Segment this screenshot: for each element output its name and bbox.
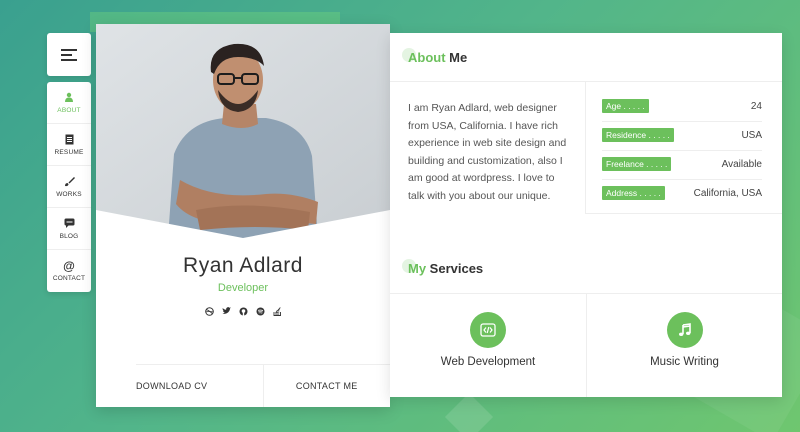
title-dot: [402, 259, 416, 273]
info-divider: [602, 121, 762, 122]
menu-toggle-button[interactable]: [47, 33, 91, 76]
profile-name: Ryan Adlard: [183, 254, 303, 277]
twitter-icon[interactable]: [222, 307, 231, 318]
service-title: Web Development: [440, 356, 536, 368]
contact-me-button[interactable]: CONTACT ME: [264, 365, 391, 407]
code-icon: [470, 312, 506, 348]
nav-item-works[interactable]: WORKS: [47, 166, 91, 208]
side-nav: ABOUT RESUME WORKS BLOG @ CONTACT: [47, 82, 91, 292]
at-icon: @: [63, 259, 75, 273]
info-row-age: Age . . . . . 24: [602, 96, 762, 116]
about-text: I am Ryan Adlard, web designer from USA,…: [408, 102, 567, 202]
brush-icon: [64, 176, 75, 189]
info-row-freelance: Freelance . . . . . Available: [602, 154, 762, 174]
nav-item-blog[interactable]: BLOG: [47, 208, 91, 250]
profile-actions: DOWNLOAD CV CONTACT ME: [136, 364, 390, 407]
info-key: Residence . . . . .: [602, 128, 674, 142]
about-section-title: About Me: [402, 48, 468, 65]
service-card-music-writing[interactable]: Music Writing: [586, 294, 782, 397]
info-value: California, USA: [693, 187, 762, 199]
nav-item-about[interactable]: ABOUT: [47, 82, 91, 124]
music-icon: [666, 312, 703, 348]
service-description-cut: [390, 376, 586, 384]
stackoverflow-icon[interactable]: [273, 307, 282, 318]
info-key: Freelance . . . . .: [602, 157, 672, 171]
service-title: Music Writing: [650, 356, 719, 368]
service-description-cut: [587, 376, 782, 384]
info-key: Address . . . . .: [602, 186, 665, 200]
info-value: 24: [750, 100, 762, 112]
info-list: Age . . . . . 24 Residence . . . . . USA…: [585, 82, 782, 213]
info-value: Available: [721, 158, 762, 170]
nav-label: BLOG: [59, 232, 79, 240]
user-icon: [64, 92, 74, 105]
nav-label: ABOUT: [57, 106, 81, 114]
info-divider: [602, 179, 762, 180]
document-icon: [65, 134, 74, 147]
profile-photo: [96, 24, 390, 238]
services-title-rest: Services: [426, 261, 484, 276]
nav-item-resume[interactable]: RESUME: [47, 124, 91, 166]
services-section-title: My Services: [402, 259, 484, 276]
info-key: Age . . . . .: [602, 99, 649, 113]
title-dot: [402, 48, 416, 62]
nav-label: WORKS: [56, 190, 82, 198]
nav-label: RESUME: [54, 148, 84, 156]
about-title-rest: Me: [445, 50, 468, 65]
info-row-residence: Residence . . . . . USA: [602, 125, 762, 145]
info-value: USA: [741, 129, 762, 141]
dribbble-icon[interactable]: [204, 307, 214, 318]
info-divider: [602, 150, 762, 151]
github-icon[interactable]: [239, 307, 248, 318]
nav-label: CONTACT: [52, 275, 86, 282]
chat-icon: [64, 218, 75, 231]
divider: [585, 213, 782, 214]
social-links: [96, 307, 390, 318]
profile-card: Ryan Adlard Developer DOWNLOAD CV CONTAC…: [96, 24, 390, 407]
info-row-address: Address . . . . . California, USA: [602, 183, 762, 203]
service-card-web-development[interactable]: Web Development: [390, 294, 586, 397]
download-cv-button[interactable]: DOWNLOAD CV: [96, 365, 264, 407]
spotify-icon[interactable]: [256, 307, 265, 318]
nav-item-contact[interactable]: @ CONTACT: [47, 250, 91, 292]
bg-decor-diamond: [444, 392, 494, 432]
hamburger-icon: [61, 46, 77, 64]
content-panel: About Me I am Ryan Adlard, web designer …: [390, 33, 782, 397]
profile-role: Developer: [217, 282, 269, 294]
